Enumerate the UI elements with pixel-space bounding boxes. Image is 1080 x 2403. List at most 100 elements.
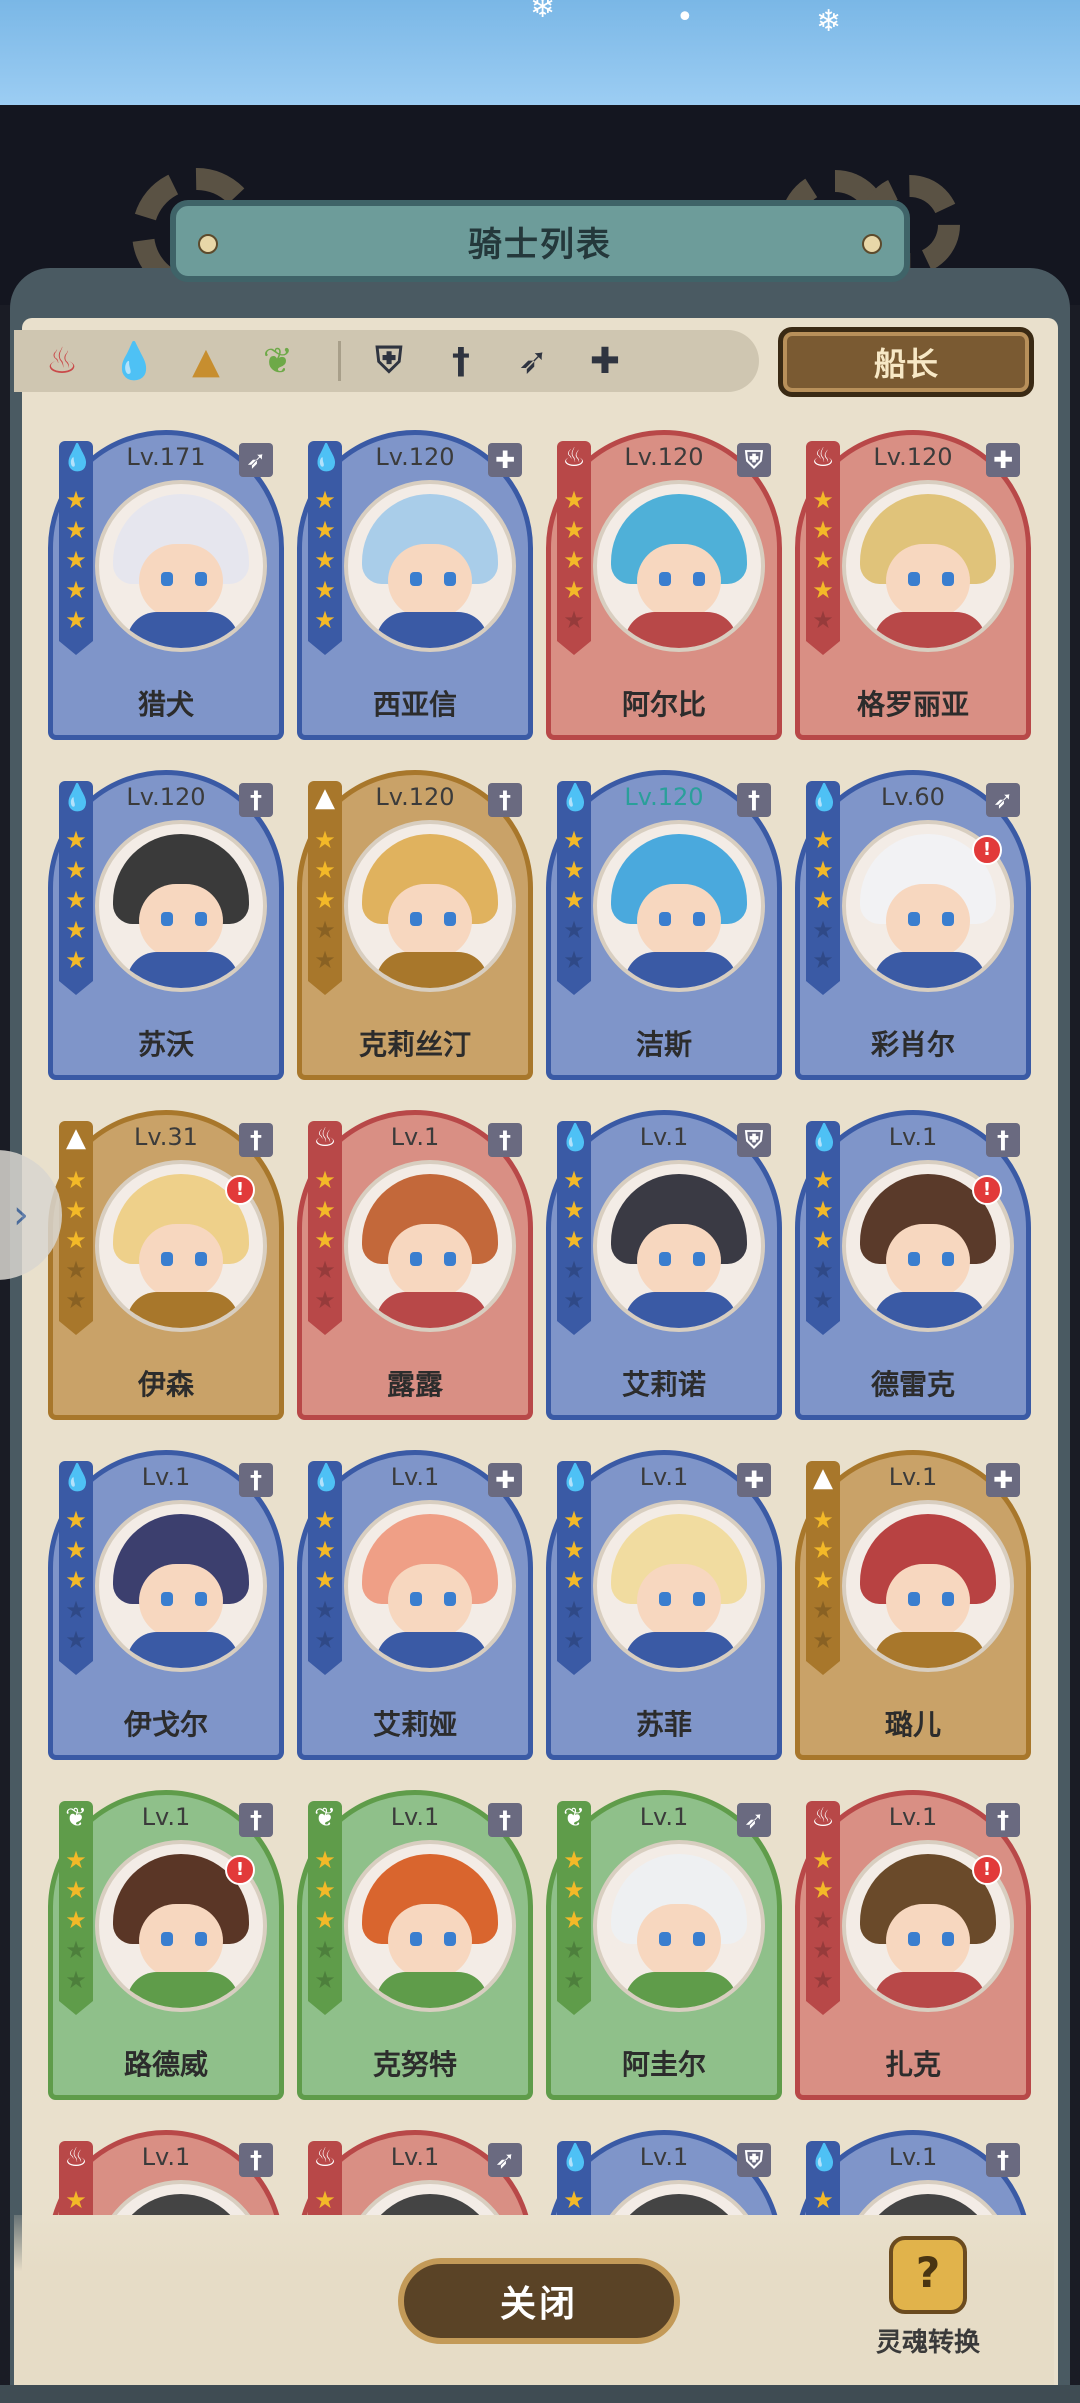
- knight-card[interactable]: ▲ Lv.1 ✚ ★ ★ ★ ★ ★ 璐儿: [795, 1450, 1031, 1760]
- star-icon: ★: [563, 1596, 585, 1624]
- shield-class-icon[interactable]: ⛨: [365, 337, 413, 385]
- earth-element-icon[interactable]: ▲: [182, 337, 230, 385]
- portrait-face: [139, 884, 223, 958]
- bow-class-icon[interactable]: ➶: [509, 337, 557, 385]
- star-icon: ★: [314, 1196, 336, 1224]
- knight-card[interactable]: ♨ Lv.120 ⛨ ★ ★ ★ ★ ★ 阿尔比: [546, 430, 782, 740]
- star-icon: ★: [812, 2186, 834, 2214]
- knight-card[interactable]: 💧 Lv.1 ✚ ★ ★ ★ ★ ★ 艾莉娅: [297, 1450, 533, 1760]
- portrait-body: [127, 612, 239, 648]
- sword-class-icon: †: [986, 1803, 1020, 1837]
- shield-class-icon: ⛨: [737, 443, 771, 477]
- star-icon: ★: [812, 1286, 834, 1314]
- knight-card[interactable]: ♨Lv.1†★★★★★: [48, 2130, 284, 2215]
- portrait-face: [388, 884, 472, 958]
- portrait-eye: [659, 912, 671, 926]
- sword-class-icon: †: [488, 1123, 522, 1157]
- star-icon: ★: [314, 1596, 336, 1624]
- water-element-icon[interactable]: 💧: [110, 337, 158, 385]
- knight-card[interactable]: ♨ Lv.1 † ★ ★ ★ ★ ★ 露露: [297, 1110, 533, 1420]
- knight-card[interactable]: 💧 Lv.120 † ★ ★ ★ ★ ★ 洁斯: [546, 770, 782, 1080]
- knight-name: 苏菲: [635, 1708, 692, 1741]
- fire-element-icon[interactable]: ♨: [38, 337, 86, 385]
- knight-card[interactable]: ❦ Lv.1 † ★ ★ ★ ★ ★ 克努特: [297, 1790, 533, 2100]
- support-class-icon: ✚: [986, 443, 1020, 477]
- knight-name: 艾莉诺: [621, 1368, 706, 1401]
- support-class-icon: ✚: [488, 1463, 522, 1497]
- knight-card[interactable]: ♨Lv.1➶★★★★★: [297, 2130, 533, 2215]
- knight-name: 伊森: [137, 1368, 194, 1401]
- star-icon: ★: [563, 1966, 585, 1994]
- knight-card[interactable]: 💧 Lv.1 ⛨ ★ ★ ★ ★ ★ 艾莉诺: [546, 1110, 782, 1420]
- close-button[interactable]: 关闭: [398, 2258, 680, 2344]
- wind-element-icon[interactable]: ❦: [254, 337, 302, 385]
- knight-name: 露露: [386, 1368, 443, 1401]
- knight-card[interactable]: 💧Lv.1⛨★★★★★: [546, 2130, 782, 2215]
- sword-class-icon: †: [239, 1123, 273, 1157]
- knight-card[interactable]: 💧 Lv.120 † ★ ★ ★ ★ ★ 苏沃: [48, 770, 284, 1080]
- star-rating: ★★★★★: [312, 1505, 338, 1655]
- knight-card[interactable]: 💧 Lv.120 ✚ ★ ★ ★ ★ ★ 西亚信: [297, 430, 533, 740]
- portrait-body: [376, 1972, 488, 2008]
- star-rating: ★★★★★: [312, 485, 338, 635]
- knight-card[interactable]: 💧Lv.1†★★★★★: [795, 2130, 1031, 2215]
- knight-card[interactable]: ▲ Lv.31 † ★ ★ ★ ★ ★! 伊森: [48, 1110, 284, 1420]
- portrait-face: [139, 544, 223, 618]
- captain-button[interactable]: 船长: [778, 327, 1034, 397]
- portrait-hair: [860, 2194, 996, 2215]
- knight-card[interactable]: ♨ Lv.120 ✚ ★ ★ ★ ★ ★ 格罗丽亚: [795, 430, 1031, 740]
- sword-class-icon[interactable]: †: [437, 337, 485, 385]
- knight-card[interactable]: 💧 Lv.1 † ★ ★ ★ ★ ★! 德雷克: [795, 1110, 1031, 1420]
- chevron-right-icon: ›: [13, 1192, 29, 1238]
- knight-name: 阿尔比: [621, 688, 706, 721]
- star-icon: ★: [563, 546, 585, 574]
- support-class-icon[interactable]: ✚: [581, 337, 629, 385]
- knight-name: 阿圭尔: [621, 2048, 706, 2081]
- soul-conversion-label: 灵魂转换: [875, 2328, 980, 2358]
- portrait-face: [139, 1564, 223, 1638]
- star-icon: ★: [65, 1536, 87, 1564]
- sword-class-icon: †: [986, 2143, 1020, 2177]
- star-icon: ★: [65, 1626, 87, 1654]
- star-rating: ★★★★★: [63, 2185, 89, 2215]
- knight-card[interactable]: 💧 Lv.60 ➶ ★ ★ ★ ★ ★! 彩肖尔: [795, 770, 1031, 1080]
- knight-card[interactable]: ♨ Lv.1 † ★ ★ ★ ★ ★! 扎克: [795, 1790, 1031, 2100]
- star-icon: ★: [314, 1876, 336, 1904]
- portrait-eye: [195, 1592, 207, 1606]
- knight-card[interactable]: 💧 Lv.1 ✚ ★ ★ ★ ★ ★ 苏菲: [546, 1450, 782, 1760]
- panel-floor: [0, 2385, 1080, 2403]
- portrait-body: [625, 612, 737, 648]
- portrait-body: [127, 952, 239, 988]
- star-icon: ★: [314, 1846, 336, 1874]
- knight-card[interactable]: ▲ Lv.120 † ★ ★ ★ ★ ★ 克莉丝汀: [297, 770, 533, 1080]
- star-icon: ★: [65, 1166, 87, 1194]
- star-icon: ★: [314, 826, 336, 854]
- star-icon: ★: [812, 1196, 834, 1224]
- knight-portrait: [842, 1500, 1014, 1672]
- knight-card[interactable]: ❦ Lv.1 ➶ ★ ★ ★ ★ ★ 阿圭尔: [546, 1790, 782, 2100]
- star-icon: ★: [314, 916, 336, 944]
- star-rating: ★★★★★: [63, 1845, 89, 1995]
- star-icon: ★: [812, 826, 834, 854]
- alert-badge-icon: !: [972, 1175, 1002, 1205]
- knight-card[interactable]: 💧 Lv.171 ➶ ★ ★ ★ ★ ★ 猎犬: [48, 430, 284, 740]
- knight-name: 猎犬: [137, 688, 194, 721]
- knight-portrait: [95, 1500, 267, 1672]
- portrait-body: [874, 612, 986, 648]
- star-icon: ★: [314, 606, 336, 634]
- portrait-face: [637, 544, 721, 618]
- star-icon: ★: [314, 886, 336, 914]
- knight-portrait: [95, 480, 267, 652]
- soul-conversion-button[interactable]: ? 灵魂转换: [868, 2236, 988, 2358]
- portrait-body: [625, 1972, 737, 2008]
- portrait-face: [637, 1564, 721, 1638]
- star-rating: ★★★★★: [810, 1165, 836, 1315]
- star-icon: ★: [563, 1286, 585, 1314]
- knight-portrait: [593, 820, 765, 992]
- portrait-eye: [942, 1592, 954, 1606]
- portrait-face: [637, 1224, 721, 1298]
- star-icon: ★: [65, 1566, 87, 1594]
- knight-card[interactable]: 💧 Lv.1 † ★ ★ ★ ★ ★ 伊戈尔: [48, 1450, 284, 1760]
- knight-portrait: [593, 1840, 765, 2012]
- knight-card[interactable]: ❦ Lv.1 † ★ ★ ★ ★ ★! 路德威: [48, 1790, 284, 2100]
